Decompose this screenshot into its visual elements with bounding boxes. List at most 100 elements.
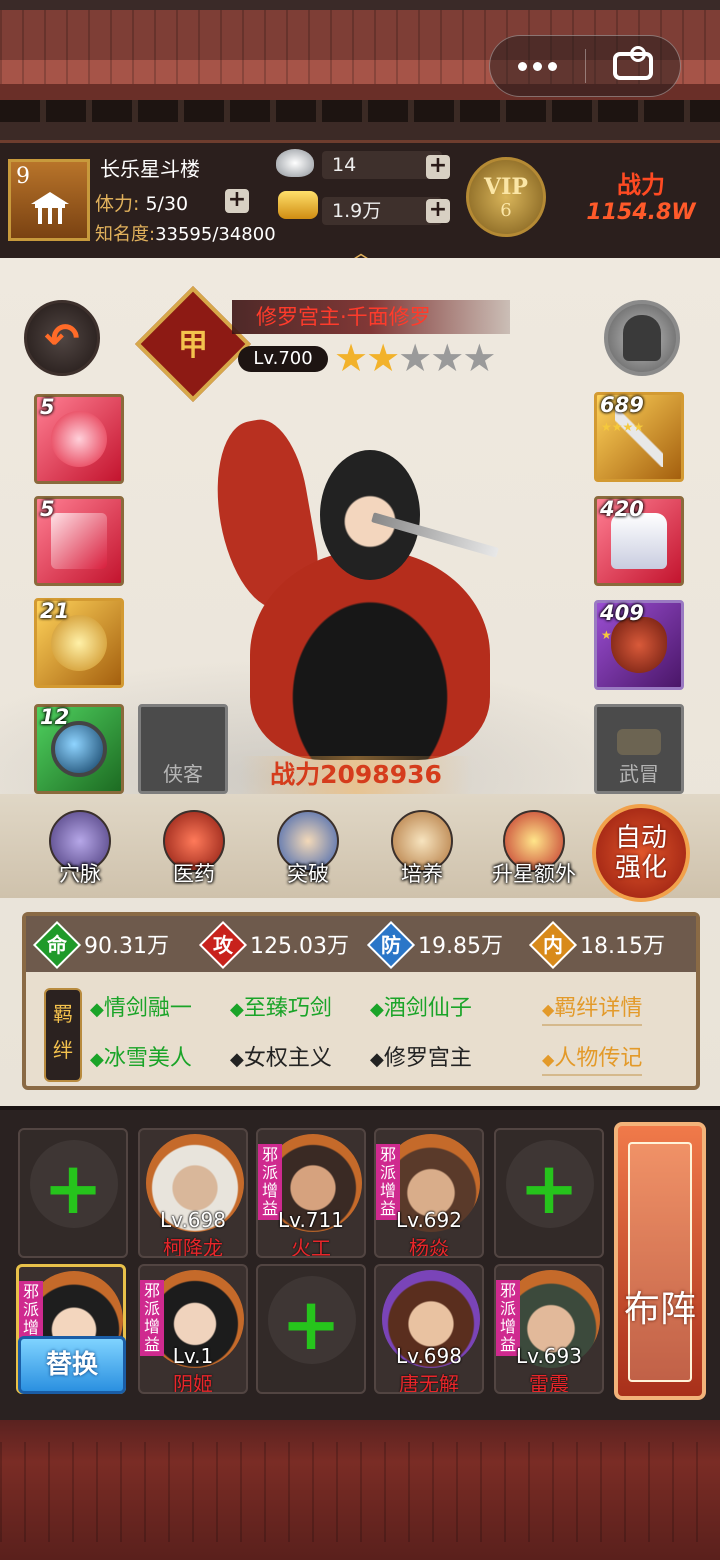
formation-label: 布阵 bbox=[623, 1289, 696, 1330]
team-slot-empty[interactable]: + bbox=[256, 1264, 366, 1394]
stamina-label: 体力: bbox=[95, 193, 140, 215]
helmet-icon bbox=[617, 729, 661, 755]
hero-level: Lv.700 bbox=[238, 346, 328, 372]
bond-seal: 羁 绊 bbox=[44, 988, 82, 1082]
total-power: 战力 1154.8W bbox=[566, 165, 716, 225]
slot-treasure[interactable]: 12 bbox=[34, 704, 124, 794]
bond-item: ◆至臻巧剑 bbox=[230, 996, 332, 1021]
stat-defense: 防 19.85万 bbox=[366, 920, 534, 970]
stat-value: 19.85万 bbox=[418, 934, 503, 959]
bottom-decoration bbox=[0, 1420, 720, 1560]
slot-skill-3[interactable]: 21 bbox=[34, 598, 124, 688]
medicine-button[interactable]: 医药 bbox=[148, 810, 240, 900]
stat-icon-text: 内 bbox=[543, 933, 563, 957]
auto-enhance-line1: 自动 bbox=[614, 823, 667, 853]
pavilion-icon bbox=[31, 192, 69, 224]
slot-accessory[interactable]: ★ 409 bbox=[594, 600, 684, 690]
team-member-card[interactable]: 邪派增益 Lv.711 火工 bbox=[256, 1128, 366, 1258]
swap-button[interactable]: 替换 bbox=[18, 1336, 126, 1394]
slot-weapon[interactable]: ★★★★ 689 bbox=[594, 392, 684, 482]
vip-level: 6 bbox=[500, 199, 512, 221]
portrait-toggle-button[interactable] bbox=[604, 300, 680, 376]
function-label: 突破 bbox=[287, 862, 329, 886]
add-gold-button[interactable]: + bbox=[426, 199, 450, 223]
status-bar: 9 长乐星斗楼 体力: 5/30 + 知名度:33595/34800 14 + … bbox=[0, 140, 720, 266]
orb-icon bbox=[51, 721, 107, 777]
silver-ingot-icon bbox=[276, 149, 314, 177]
slot-weapon-empty[interactable]: 武冒 bbox=[594, 704, 684, 794]
stat-attack: 攻 125.03万 bbox=[198, 920, 376, 970]
building-icon[interactable]: 9 bbox=[8, 159, 90, 241]
member-level: Lv.711 bbox=[278, 1208, 344, 1232]
hero-stars: ★★★★★ bbox=[334, 336, 496, 380]
add-silver-button[interactable]: + bbox=[426, 155, 450, 179]
team-member-card[interactable]: 邪派增益 Lv.693 雷震 bbox=[494, 1264, 604, 1394]
stat-value: 18.15万 bbox=[580, 934, 665, 959]
team-slot-empty[interactable]: + bbox=[494, 1128, 604, 1258]
bond-item: ◆冰雪美人 bbox=[90, 1046, 192, 1071]
stat-icon-text: 命 bbox=[47, 933, 67, 957]
star-empty-icon: ★ bbox=[462, 336, 496, 380]
slot-count: 5 bbox=[40, 497, 55, 521]
add-plus-icon: + bbox=[518, 1146, 580, 1230]
function-label: 医药 bbox=[173, 862, 215, 886]
team-slot-empty[interactable]: + bbox=[18, 1128, 128, 1258]
slot-skill-2[interactable]: 5 bbox=[34, 496, 124, 586]
auto-enhance-line2: 强化 bbox=[614, 853, 667, 883]
slot-count: 689 bbox=[600, 393, 644, 417]
member-level: Lv.1 bbox=[172, 1344, 214, 1368]
member-name: 火工 bbox=[291, 1236, 331, 1258]
slot-skill-1[interactable]: 5 bbox=[34, 394, 124, 484]
team-member-card[interactable]: Lv.698 柯降龙 bbox=[138, 1128, 248, 1258]
bond-item: ◆情剑融一 bbox=[90, 996, 192, 1021]
add-plus-icon: + bbox=[280, 1282, 342, 1366]
bond-details-link[interactable]: ◆羁绊详情 bbox=[542, 990, 643, 1026]
star-up-extra-button[interactable]: 升星额外 bbox=[484, 810, 584, 900]
stamina-value: 5/30 bbox=[145, 193, 189, 215]
stat-row: 命 90.31万 攻 125.03万 防 19.85万 内 18.15万 bbox=[26, 916, 696, 972]
slot-stars: ★ bbox=[601, 628, 612, 642]
member-name: 杨焱 bbox=[409, 1236, 449, 1258]
cultivate-button[interactable]: 培养 bbox=[376, 810, 468, 900]
team-member-card[interactable]: Lv.698 唐无解 bbox=[374, 1264, 484, 1394]
team-member-card[interactable]: 邪派增益 Lv.1 阴姬 bbox=[138, 1264, 248, 1394]
slot-armor[interactable]: 420 bbox=[594, 496, 684, 586]
rose-skill-icon bbox=[51, 411, 107, 467]
fame: 知名度:33595/34800 bbox=[95, 220, 276, 246]
back-button[interactable]: ↶ bbox=[24, 300, 100, 376]
gamepad-icon[interactable] bbox=[585, 36, 680, 96]
meridian-button[interactable]: 穴脉 bbox=[34, 810, 126, 900]
auto-enhance-button[interactable]: 自动 强化 bbox=[592, 804, 690, 902]
add-stamina-button[interactable]: + bbox=[225, 189, 249, 213]
monk-icon bbox=[623, 315, 661, 361]
slot-count: 5 bbox=[40, 395, 55, 419]
star-empty-icon: ★ bbox=[398, 336, 432, 380]
member-name: 雷震 bbox=[529, 1372, 569, 1394]
fame-value: 33595/34800 bbox=[155, 224, 276, 245]
vip-label: VIP bbox=[484, 173, 528, 200]
gold-amount: 1.9万 bbox=[322, 197, 442, 225]
stat-value: 125.03万 bbox=[250, 934, 349, 959]
vip-badge[interactable]: VIP 6 bbox=[466, 157, 546, 237]
stamina: 体力: 5/30 bbox=[95, 189, 188, 216]
rank-badge-text: 甲 bbox=[178, 328, 208, 363]
function-label: 升星额外 bbox=[492, 862, 576, 886]
slot-companion-empty[interactable]: 侠客 bbox=[138, 704, 228, 794]
bond-seal-char: 绊 bbox=[53, 1038, 73, 1062]
team-member-card[interactable]: 邪派增益 Lv.692 杨焱 bbox=[374, 1128, 484, 1258]
slot-count: 409 bbox=[600, 601, 644, 625]
breakthrough-button[interactable]: 突破 bbox=[262, 810, 354, 900]
gold-ingot-icon bbox=[278, 191, 318, 219]
member-level: Lv.698 bbox=[396, 1344, 462, 1368]
function-label: 培养 bbox=[401, 862, 443, 886]
star-filled-icon: ★ bbox=[366, 336, 400, 380]
bond-item: ◆酒剑仙子 bbox=[370, 996, 472, 1021]
star-filled-icon: ★ bbox=[334, 336, 368, 380]
more-dots-icon[interactable] bbox=[490, 36, 585, 96]
biography-link[interactable]: ◆人物传记 bbox=[542, 1040, 643, 1076]
bottom-tiles bbox=[0, 1442, 720, 1542]
formation-button[interactable]: 布阵 bbox=[614, 1122, 706, 1400]
hero-figure bbox=[190, 380, 550, 770]
golden-rose-icon bbox=[51, 615, 107, 671]
member-name: 唐无解 bbox=[399, 1372, 459, 1394]
